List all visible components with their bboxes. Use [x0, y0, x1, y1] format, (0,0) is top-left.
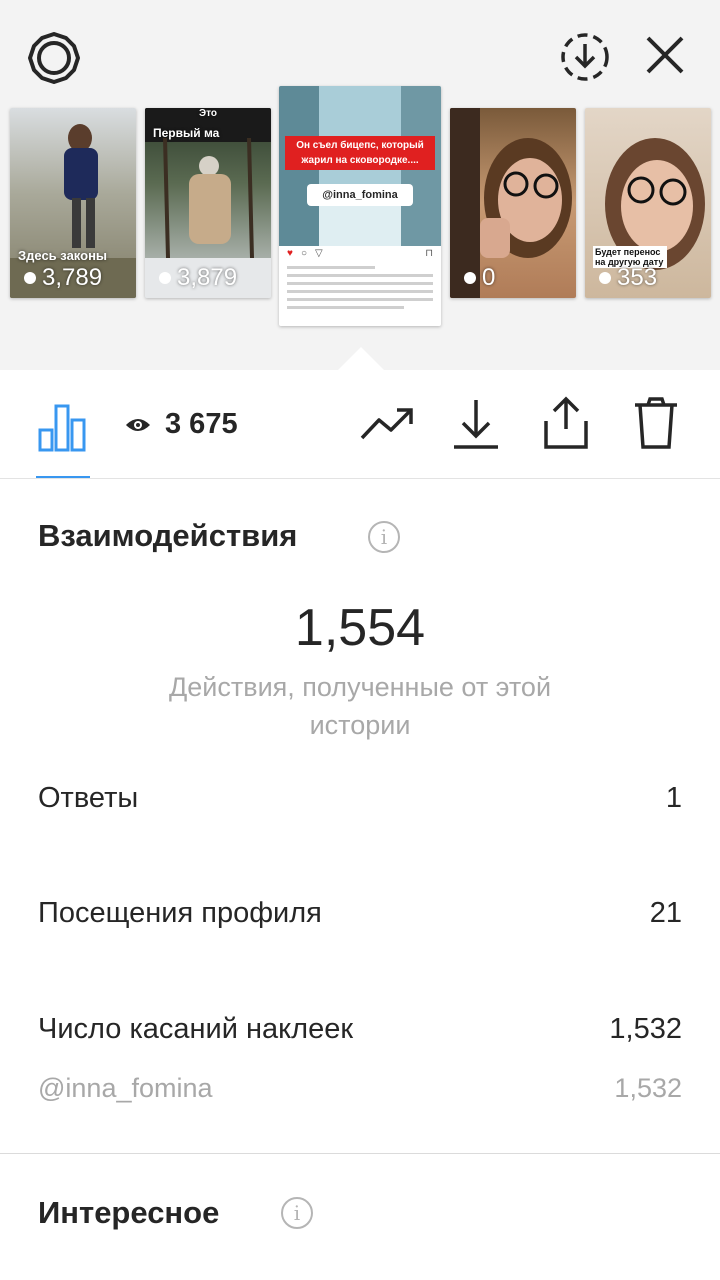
heart-icon: ♥	[287, 248, 293, 259]
story-view-count: 3,789	[24, 264, 102, 292]
story-caption-top: Это	[199, 108, 217, 119]
comment-icon: ○	[301, 248, 308, 259]
active-tab-indicator	[36, 476, 90, 478]
insights-toolbar: 3 675	[0, 370, 720, 479]
views-value: 3 675	[165, 408, 238, 440]
download-circle-icon[interactable]	[558, 30, 612, 84]
info-icon[interactable]: i	[368, 521, 400, 553]
mention-sticker: @inna_fomina	[307, 184, 413, 206]
story-view-count: 353	[599, 264, 657, 292]
trash-icon[interactable]	[630, 394, 682, 452]
profile-visits-label: Посещения профиля	[38, 897, 322, 929]
discovery-title: Интересное	[38, 1195, 220, 1230]
post-text-lines	[287, 266, 433, 314]
story-view-count: 0	[464, 264, 495, 292]
story-headline: Он съел бицепс, который жарил на сковоро…	[285, 136, 435, 170]
replies-label: Ответы	[38, 782, 139, 814]
download-icon[interactable]	[450, 396, 502, 452]
eye-icon	[24, 272, 36, 284]
eye-icon	[464, 272, 476, 284]
profile-visits-value: 21	[649, 897, 682, 929]
story-thumbnail[interactable]: Это Первый ма 3,879	[145, 108, 271, 298]
section-divider	[0, 1153, 720, 1154]
eye-icon	[599, 272, 611, 284]
story-thumbnail-selected[interactable]: Он съел бицепс, который жарил на сковоро…	[279, 86, 441, 326]
interactions-title: Взаимодействия	[38, 518, 298, 553]
story-thumbnail[interactable]: Будет перенос на другую дату 353	[585, 108, 711, 298]
trending-up-icon[interactable]	[358, 404, 416, 444]
gear-icon[interactable]	[26, 30, 82, 86]
sticker-taps-value: 1,532	[609, 1013, 682, 1045]
mention-sticker-label: @inna_fomina	[38, 1073, 213, 1103]
send-icon: ▽	[315, 248, 323, 259]
story-caption: Первый ма	[153, 126, 220, 140]
mention-sticker-value: 1,532	[614, 1073, 682, 1103]
bar-chart-icon[interactable]	[36, 400, 90, 454]
eye-icon	[126, 418, 150, 431]
share-icon[interactable]	[540, 394, 592, 452]
story-caption: Здесь законы	[18, 248, 108, 263]
interactions-total-caption: Действия, полученные от этой истории	[168, 672, 552, 740]
eye-icon	[159, 272, 171, 284]
story-view-count: 3,879	[159, 264, 237, 292]
bookmark-icon: ⊓	[425, 248, 433, 259]
interactions-total: 1,554	[294, 599, 426, 657]
selection-pointer	[338, 347, 384, 370]
views-count: 3 675	[125, 408, 238, 441]
info-icon[interactable]: i	[281, 1197, 313, 1229]
close-icon[interactable]	[640, 30, 690, 80]
post-action-icons: ♥ ○ ▽ ⊓	[287, 248, 433, 260]
replies-value: 1	[665, 782, 682, 814]
story-carousel-area: Здесь законы 3,789 Это Первый ма 3,879 О…	[0, 0, 720, 370]
sticker-taps-label: Число касаний наклеек	[38, 1013, 354, 1045]
story-thumbnail[interactable]: 0	[450, 108, 576, 298]
story-thumbnail[interactable]: Здесь законы 3,789	[10, 108, 136, 298]
